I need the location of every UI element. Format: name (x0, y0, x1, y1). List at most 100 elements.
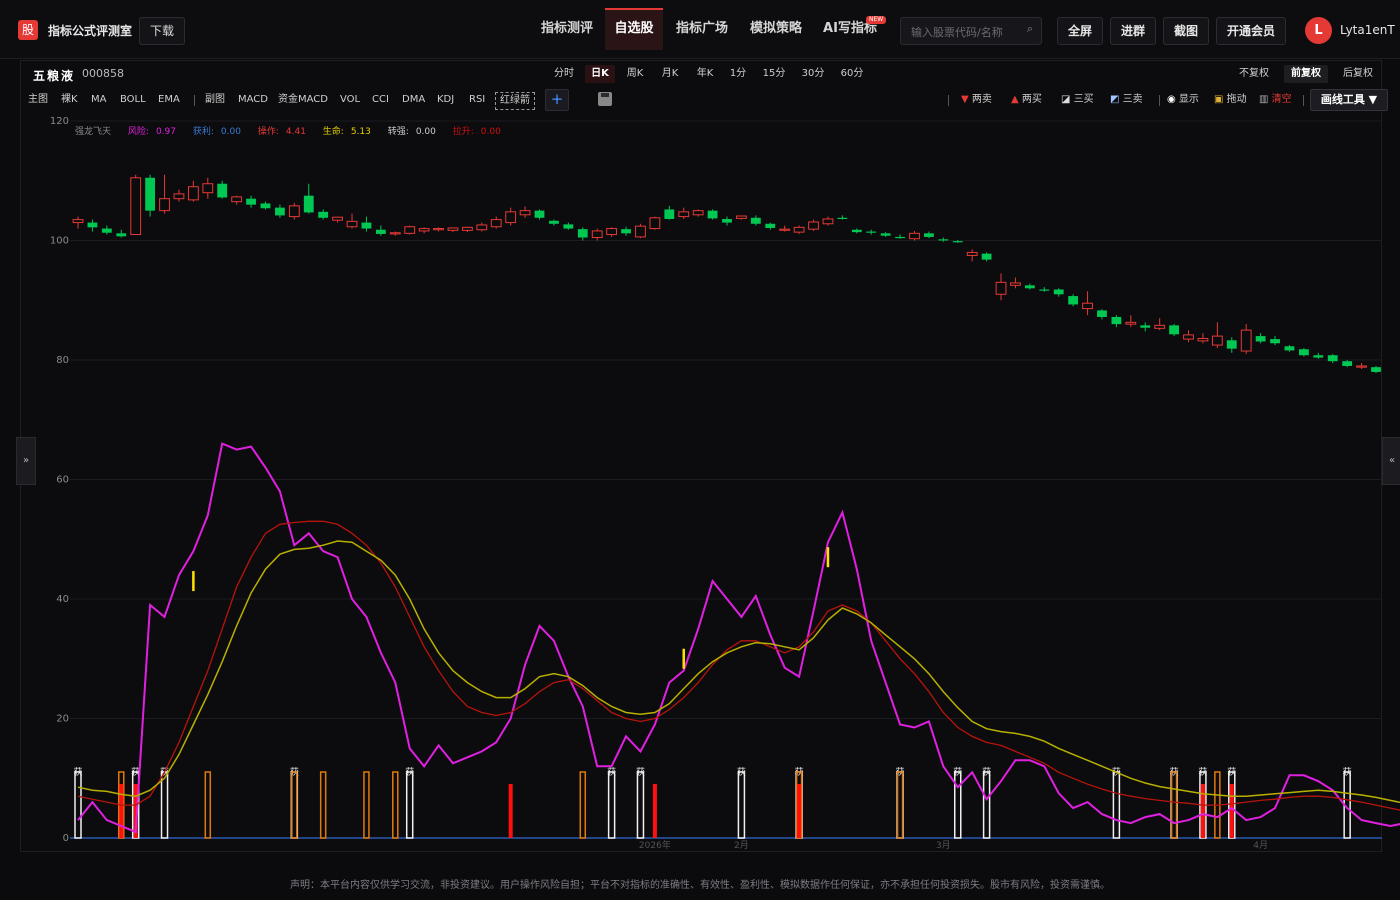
signal-flag-label: 获 (982, 767, 991, 778)
orange-signal-bar (896, 771, 904, 839)
legend-title-label: 强龙飞天 (75, 127, 112, 137)
signal-flag-bar (1112, 771, 1121, 839)
candle-body-down (895, 236, 905, 239)
signal-flag-bar (74, 771, 82, 839)
legend-life-value: 5.13 (350, 127, 371, 137)
candle-body-down (1053, 289, 1064, 295)
candle-body-down (851, 229, 862, 233)
y-tick-label: 100 (50, 236, 69, 247)
signal-flag-label: 获 (607, 767, 616, 778)
candle-body-down (1270, 339, 1280, 344)
red-signal-bar (1229, 784, 1234, 838)
expand-left-panel-icon[interactable]: » (16, 437, 36, 485)
candle-body-up (461, 226, 473, 231)
candle-body-down (1313, 355, 1324, 358)
legend-pull-up-label: 拉升: (452, 127, 474, 137)
y-tick-label: 40 (56, 594, 69, 605)
signal-flag-label: 获 (636, 767, 645, 778)
candle-body-down (1342, 361, 1353, 366)
candle-body-up (649, 217, 661, 230)
candle-body-up (202, 183, 214, 194)
candle-body-up (1197, 337, 1209, 342)
candle-body-down (1140, 325, 1151, 328)
candle-body-down (952, 241, 963, 243)
candle-body-down (1255, 336, 1266, 342)
candle-body-down (101, 228, 112, 233)
orange-signal-bar (392, 771, 399, 839)
candle-body-down (981, 253, 992, 260)
candle-body-down (1068, 296, 1079, 305)
signal-flag-label: 获 (1227, 767, 1236, 778)
candle-body-up (187, 186, 199, 201)
candle-body-up (433, 228, 444, 231)
candle-body-up (736, 215, 747, 219)
y-tick-label: 80 (56, 355, 69, 366)
red-signal-bar (652, 784, 657, 838)
orange-signal-bar (1170, 771, 1178, 839)
legend-pull-up-value: 0.00 (480, 127, 501, 137)
legend-life: 生命: 5.13 (323, 127, 378, 137)
candle-body-down (750, 217, 761, 224)
candle-body-down (1298, 349, 1309, 356)
legend-profit: 获利: 0.00 (193, 127, 248, 137)
candle-body-down (361, 222, 372, 229)
candle-body-up (678, 211, 690, 218)
orange-signal-bar (291, 771, 298, 839)
expand-right-panel-icon[interactable]: « (1382, 437, 1400, 485)
y-tick-label: 0 (63, 833, 69, 844)
candle-body-down (1024, 285, 1035, 289)
candle-body-up (288, 205, 300, 218)
legend-operate-value: 4.41 (285, 127, 306, 137)
candle-body-up (635, 225, 646, 238)
candle-body-up (476, 224, 488, 231)
legend-profit-value: 0.00 (220, 127, 241, 137)
legend-pull-up: 拉升: 0.00 (453, 127, 508, 137)
candle-body-down (664, 209, 675, 219)
candle-body-down (924, 233, 934, 237)
candle-body-down (318, 211, 329, 218)
signal-flag-label: 获 (1343, 767, 1352, 778)
orange-signal-bar (579, 771, 587, 839)
candle-body-up (130, 177, 142, 236)
legend-operate-label: 操作: (257, 127, 279, 137)
candle-body-down (1327, 355, 1338, 362)
signal-flag-bar (982, 771, 991, 839)
candle-body-up (808, 221, 819, 230)
candle-body-down (938, 239, 949, 241)
x-tick-label: 2026年 (639, 839, 671, 851)
candle-body-up (1356, 365, 1367, 368)
candle-body-up (404, 226, 416, 234)
legend-life-label: 生命: (322, 127, 344, 137)
candle-body-up (159, 198, 170, 212)
red-signal-bar (797, 784, 802, 838)
red-signal-bar (1200, 784, 1205, 838)
candle-body-up (1154, 324, 1166, 329)
candle-body-up (72, 219, 84, 224)
signal-flag-bar (954, 771, 962, 839)
signal-flag-bar (607, 771, 616, 839)
candle-body-down (880, 233, 891, 236)
candle-body-down (1284, 346, 1295, 351)
candle-body-up (779, 228, 791, 231)
candle-body-down (765, 223, 776, 228)
legend-risk-label: 风险: (127, 127, 149, 137)
candle-body-down (1169, 325, 1179, 335)
candle-body-up (346, 220, 358, 228)
candle-body-down (116, 233, 127, 237)
legend-turn-strong: 转强: 0.00 (388, 127, 443, 137)
candle-body-up (447, 227, 459, 231)
candle-body-down (275, 207, 285, 216)
candle-body-up (418, 228, 430, 232)
red-signal-bar (119, 784, 124, 838)
candle-body-down (87, 222, 98, 228)
candle-body-up (1125, 321, 1137, 325)
candle-body-down (837, 217, 848, 219)
candle-body-down (375, 229, 386, 234)
candle-body-up (966, 251, 978, 256)
legend-risk-value: 0.97 (155, 127, 176, 137)
legend-risk: 风险: 0.97 (128, 127, 183, 137)
candle-body-down (1111, 316, 1122, 325)
candle-body-up (909, 232, 920, 240)
candle-body-down (577, 229, 588, 238)
candle-body-up (692, 210, 704, 216)
